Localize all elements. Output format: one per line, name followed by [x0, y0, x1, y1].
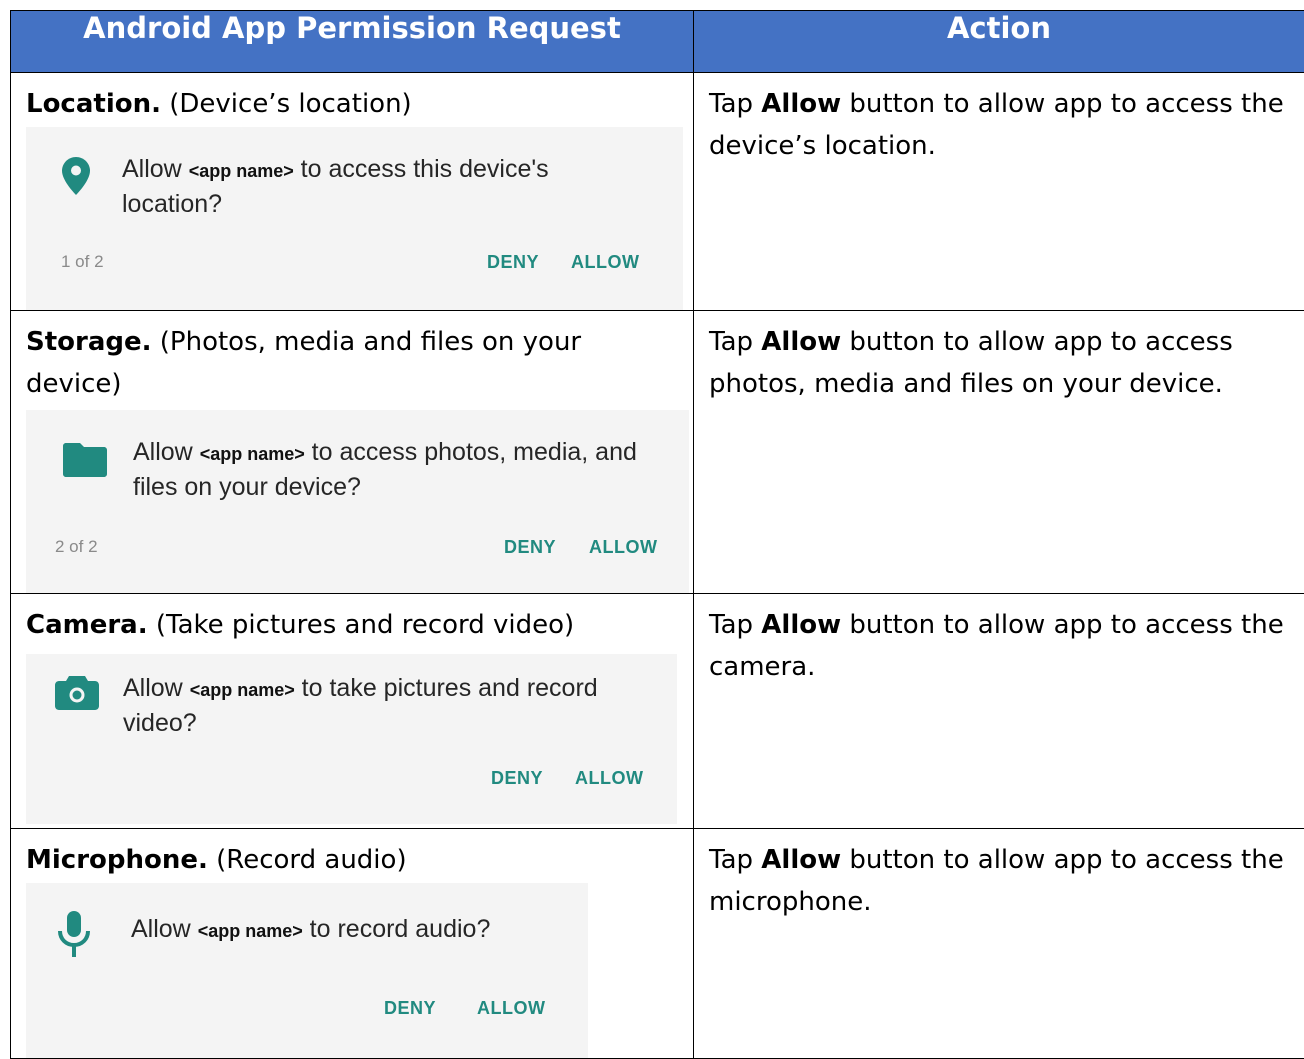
dialog-message: Allow <app name> to access photos, media…	[133, 436, 663, 504]
header-permission-request: Android App Permission Request	[11, 11, 694, 73]
permission-name: Location.	[26, 89, 161, 119]
permission-description: (Record audio)	[208, 845, 407, 875]
permission-description: (Device’s location)	[161, 89, 412, 119]
permission-name: Storage.	[26, 327, 152, 357]
action-text: Tap Allow button to allow app to access …	[694, 73, 1304, 167]
action-text: Tap Allow button to allow app to access …	[694, 594, 1304, 688]
permission-title: Location. (Device’s location)	[11, 73, 693, 125]
allow-button[interactable]: ALLOW	[575, 768, 643, 789]
microphone-icon	[57, 911, 91, 957]
permission-name: Camera.	[26, 610, 148, 640]
permission-name: Microphone.	[26, 845, 208, 875]
permission-dialog: Allow <app name> to access this device's…	[26, 127, 683, 310]
deny-button[interactable]: DENY	[487, 252, 539, 273]
table-row-location: Location. (Device’s location) Allow <app…	[11, 73, 1304, 311]
app-name-placeholder: <app name>	[190, 680, 295, 700]
allow-button[interactable]: ALLOW	[477, 998, 545, 1019]
permission-cell: Storage. (Photos, media and files on you…	[11, 311, 694, 594]
permission-description: (Take pictures and record video)	[148, 610, 575, 640]
permission-title: Camera. (Take pictures and record video)	[11, 594, 693, 646]
allow-button[interactable]: ALLOW	[589, 537, 657, 558]
camera-icon	[55, 676, 99, 710]
app-name-placeholder: <app name>	[198, 921, 303, 941]
allow-keyword: Allow	[761, 610, 841, 640]
action-text: Tap Allow button to allow app to access …	[694, 311, 1304, 405]
allow-keyword: Allow	[761, 845, 841, 875]
app-name-placeholder: <app name>	[200, 444, 305, 464]
permission-title: Microphone. (Record audio)	[11, 829, 693, 881]
deny-button[interactable]: DENY	[504, 537, 556, 558]
permission-title: Storage. (Photos, media and files on you…	[11, 311, 634, 405]
dialog-message: Allow <app name> to record audio?	[131, 913, 581, 948]
table-row-storage: Storage. (Photos, media and files on you…	[11, 311, 1304, 594]
allow-keyword: Allow	[761, 327, 841, 357]
request-counter: 2 of 2	[55, 537, 98, 557]
permission-dialog: Allow <app name> to record audio? DENY A…	[26, 883, 588, 1058]
action-cell: Tap Allow button to allow app to access …	[694, 311, 1304, 594]
dialog-message: Allow <app name> to access this device's…	[122, 153, 632, 221]
permission-dialog: Allow <app name> to access photos, media…	[26, 410, 689, 593]
action-cell: Tap Allow button to allow app to access …	[694, 594, 1304, 829]
location-pin-icon	[62, 157, 90, 195]
table-row-microphone: Microphone. (Record audio) Allow <app na…	[11, 829, 1304, 1059]
header-row: Android App Permission Request Action	[11, 11, 1304, 73]
permissions-table: Android App Permission Request Action Lo…	[10, 10, 1304, 1059]
dialog-message: Allow <app name> to take pictures and re…	[123, 672, 663, 740]
action-cell: Tap Allow button to allow app to access …	[694, 829, 1304, 1059]
permission-cell: Microphone. (Record audio) Allow <app na…	[11, 829, 694, 1059]
permission-dialog: Allow <app name> to take pictures and re…	[26, 654, 677, 824]
request-counter: 1 of 2	[61, 252, 104, 272]
action-cell: Tap Allow button to allow app to access …	[694, 73, 1304, 311]
table-row-camera: Camera. (Take pictures and record video)…	[11, 594, 1304, 829]
deny-button[interactable]: DENY	[384, 998, 436, 1019]
permission-cell: Location. (Device’s location) Allow <app…	[11, 73, 694, 311]
deny-button[interactable]: DENY	[491, 768, 543, 789]
app-name-placeholder: <app name>	[189, 161, 294, 181]
allow-keyword: Allow	[761, 89, 841, 119]
action-text: Tap Allow button to allow app to access …	[694, 829, 1304, 923]
header-action: Action	[694, 11, 1304, 73]
allow-button[interactable]: ALLOW	[571, 252, 639, 273]
permission-cell: Camera. (Take pictures and record video)…	[11, 594, 694, 829]
folder-icon	[63, 443, 107, 477]
